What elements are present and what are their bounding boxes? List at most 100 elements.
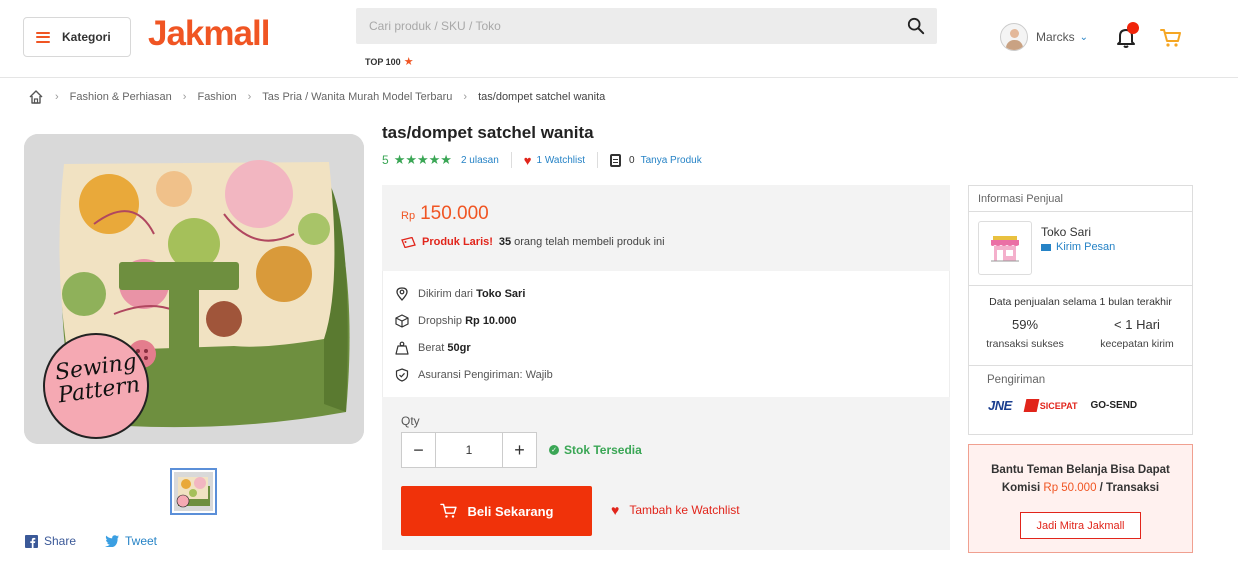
insurance-row: Asuransi Pengiriman: Wajib — [395, 368, 553, 382]
twitter-icon — [105, 535, 119, 547]
commission-amount: Rp 50.000 — [1043, 482, 1097, 494]
shipping-speed-value: < 1 Hari — [1114, 317, 1160, 332]
kategori-button[interactable]: Kategori — [23, 17, 131, 57]
ticket-icon — [401, 236, 416, 248]
breadcrumb-item[interactable]: Fashion — [197, 91, 236, 103]
dropship-value: Rp 10.000 — [465, 315, 517, 327]
chevron-right-icon: › — [463, 91, 468, 103]
shipping-speed-label: kecepatan kirim — [1100, 338, 1174, 350]
shop-icon — [991, 236, 1019, 262]
buy-now-button[interactable]: Beli Sekarang — [401, 486, 592, 536]
star-rating-icon: ★★★★★ — [393, 152, 452, 167]
qty-input[interactable]: 1 — [435, 433, 503, 467]
store-name[interactable]: Toko Sari — [1041, 225, 1091, 239]
shipped-from-row: Dikirim dari Toko Sari — [395, 287, 525, 301]
breadcrumb-item[interactable]: Tas Pria / Wanita Murah Model Terbaru — [262, 91, 452, 103]
product-image[interactable]: Sewing Pattern — [24, 134, 364, 444]
buyers-count: 35 — [498, 236, 512, 248]
currency: Rp — [401, 210, 416, 222]
tweet-label: Tweet — [125, 534, 158, 548]
share-facebook[interactable]: Share — [25, 534, 76, 548]
jne-logo: JNE — [988, 398, 1012, 413]
box-icon — [395, 314, 409, 328]
dropship-row: Dropship Rp 10.000 — [395, 314, 516, 328]
dropship-label: Dropship — [418, 315, 463, 327]
quantity-stepper: − 1 + — [401, 432, 537, 468]
product-thumbnail[interactable] — [170, 468, 217, 515]
stock-label: Stok Tersedia — [564, 443, 642, 457]
success-rate-stat: 59% transaksi sukses — [979, 317, 1071, 350]
user-menu[interactable]: Marcks ⌄ — [1000, 23, 1088, 51]
weight-value: 50gr — [447, 342, 471, 354]
purchase-box: Qty − 1 + ✓ Stok Tersedia Beli Sekarang … — [382, 397, 950, 550]
affiliate-line2: Komisi Rp 50.000 / Transaksi — [1001, 482, 1160, 494]
add-watchlist-button[interactable]: ♥ Tambah ke Watchlist — [611, 502, 740, 518]
breadcrumb-current: tas/dompet satchel wanita — [478, 91, 606, 103]
chevron-down-icon: ⌄ — [1079, 31, 1089, 43]
success-rate-label: transaksi sukses — [986, 338, 1064, 350]
cart-icon — [439, 503, 457, 518]
facebook-icon — [25, 534, 38, 548]
sales-period-label: Data penjualan selama 1 bulan terakhir — [989, 296, 1172, 308]
product-title: tas/dompet satchel wanita — [382, 123, 594, 142]
shipping-label: Pengiriman — [987, 374, 1046, 386]
divider — [510, 152, 512, 168]
best-seller-info: Produk Laris! 35 orang telah membeli pro… — [401, 236, 665, 248]
notification-dot — [1127, 22, 1139, 34]
shipping-info: Dikirim dari Toko Sari Dropship Rp 10.00… — [382, 271, 950, 397]
send-message-link[interactable]: Kirim Pesan — [1041, 241, 1115, 253]
ask-product-link[interactable]: Tanya Produk — [641, 155, 702, 166]
share-label: Share — [44, 534, 77, 548]
divider — [969, 365, 1192, 366]
affiliate-banner: Bantu Teman Belanja Bisa Dapat Komisi Rp… — [968, 444, 1193, 553]
price-value: 150.000 — [420, 203, 489, 224]
affiliate-line1: Bantu Teman Belanja Bisa Dapat — [991, 464, 1170, 476]
join-partner-button[interactable]: Jadi Mitra Jakmall — [1020, 512, 1141, 539]
questions-count: 0 — [629, 154, 635, 166]
qty-label: Qty — [401, 414, 420, 428]
breadcrumb-item[interactable]: Fashion & Perhiasan — [70, 91, 172, 103]
store-logo[interactable] — [978, 221, 1032, 275]
success-rate-value: 59% — [1011, 317, 1039, 332]
chevron-right-icon: › — [247, 91, 252, 103]
best-seller-tag: Produk Laris! — [422, 236, 493, 248]
search-input[interactable] — [356, 8, 886, 44]
reviews-link[interactable]: 2 ulasan — [461, 155, 499, 166]
kategori-label: Kategori — [62, 30, 111, 44]
breadcrumb: › Fashion & Perhiasan › Fashion › Tas Pr… — [28, 89, 605, 105]
price: Rp 150.000 — [401, 203, 489, 225]
affiliate-text: Bantu Teman Belanja Bisa Dapat Komisi Rp… — [969, 461, 1192, 497]
check-icon: ✓ — [549, 445, 559, 455]
top100-label: TOP 100 — [365, 56, 401, 67]
star-icon: ★ — [403, 56, 414, 68]
shield-check-icon — [395, 368, 409, 382]
search-icon[interactable] — [907, 17, 925, 35]
weight-label: Berat — [418, 342, 445, 354]
top100-link[interactable]: TOP 100 ★ — [365, 55, 414, 68]
home-icon[interactable] — [28, 89, 44, 105]
search-bar — [356, 8, 937, 44]
rating-row: 5 ★★★★★ 2 ulasan ♥ 1 Watchlist 0 Tanya P… — [382, 152, 702, 168]
heart-icon: ♥ — [523, 152, 532, 168]
jakmall-logo[interactable]: Jakmall — [148, 16, 270, 51]
sicepat-logo: SICEPAT — [1023, 399, 1077, 412]
cart-icon[interactable] — [1159, 26, 1183, 50]
clipboard-icon — [610, 153, 622, 167]
divider — [969, 285, 1192, 286]
shipped-from-value: Toko Sari — [476, 288, 526, 300]
add-watchlist-label: Tambah ke Watchlist — [629, 503, 740, 517]
share-twitter[interactable]: Tweet — [105, 534, 157, 548]
price-box: Rp 150.000 Produk Laris! 35 orang telah … — [382, 185, 950, 271]
user-name: Marcks — [1036, 30, 1075, 44]
seller-header: Informasi Penjual — [969, 186, 1192, 212]
qty-increase-button[interactable]: + — [503, 433, 536, 467]
stock-status: ✓ Stok Tersedia — [549, 443, 642, 457]
qty-decrease-button[interactable]: − — [402, 433, 435, 467]
heart-icon: ♥ — [611, 502, 620, 518]
insurance-text: Asuransi Pengiriman: Wajib — [418, 369, 553, 381]
shipped-from-label: Dikirim dari — [418, 288, 473, 300]
rating-value: 5 — [382, 153, 389, 167]
send-message-label: Kirim Pesan — [1056, 241, 1116, 253]
menu-icon — [36, 31, 50, 43]
watchlist-count[interactable]: 1 Watchlist — [537, 155, 586, 166]
